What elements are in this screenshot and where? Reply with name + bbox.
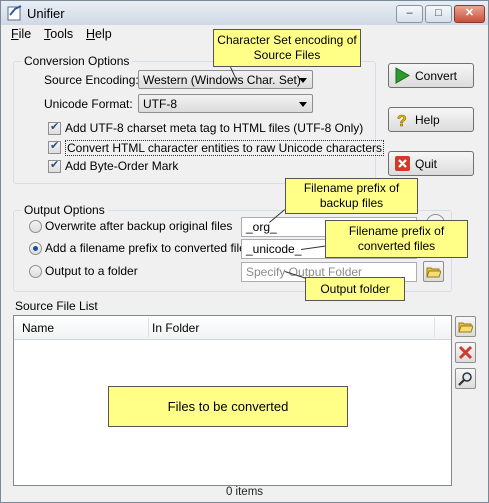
- chevron-down-icon: [299, 78, 307, 83]
- source-encoding-label: Source Encoding:: [44, 73, 139, 87]
- meta-tag-checkbox[interactable]: [48, 120, 61, 135]
- open-folder-icon: [458, 322, 473, 333]
- find-button[interactable]: [455, 368, 476, 389]
- play-arrow-icon: [395, 67, 411, 84]
- svg-text:?: ?: [397, 113, 407, 128]
- app-window: Unifier – □ ✕ File Tools Help Conversion…: [0, 0, 489, 503]
- remove-file-button[interactable]: [455, 342, 476, 363]
- delete-icon: [458, 345, 473, 360]
- overwrite-label: Overwrite after backup original files: [45, 219, 233, 233]
- callout-backup-prefix: Filename prefix of backup files: [285, 178, 418, 214]
- menu-file[interactable]: File: [11, 27, 31, 41]
- entities-checkbox[interactable]: [48, 139, 61, 154]
- unicode-format-select[interactable]: UTF-8: [138, 94, 313, 113]
- item-count-status: 0 items: [225, 486, 264, 498]
- prefix-label: Add a filename prefix to converted files: [45, 241, 252, 255]
- open-folder-icon: [426, 267, 441, 278]
- list-header: Name In Folder: [14, 316, 451, 340]
- callout-files: Files to be converted: [108, 386, 348, 427]
- chevron-down-icon: [299, 102, 307, 107]
- help-button[interactable]: ? Help: [388, 107, 474, 132]
- callout-charset: Character Set encoding of Source Files: [213, 29, 361, 67]
- magnifier-icon: [458, 372, 472, 386]
- prefix-radio[interactable]: [29, 242, 42, 255]
- help-icon: ?: [397, 113, 407, 128]
- menu-tools[interactable]: Tools: [44, 27, 73, 41]
- overwrite-radio[interactable]: [29, 220, 42, 233]
- close-icon: [395, 156, 410, 171]
- column-in-folder[interactable]: In Folder: [152, 321, 199, 335]
- close-button[interactable]: ✕: [454, 5, 485, 23]
- bom-checkbox[interactable]: [48, 158, 61, 173]
- callout-output-folder: Output folder: [305, 277, 405, 301]
- conversion-options-label: Conversion Options: [21, 54, 133, 68]
- add-files-button[interactable]: [455, 316, 476, 337]
- source-list-label: Source File List: [15, 299, 98, 313]
- minimize-button[interactable]: –: [396, 5, 423, 23]
- unicode-format-label: Unicode Format:: [44, 97, 133, 111]
- quit-button[interactable]: Quit: [388, 151, 474, 176]
- maximize-button[interactable]: □: [425, 5, 452, 23]
- convert-button[interactable]: Convert: [388, 63, 474, 88]
- output-folder-radio[interactable]: [29, 265, 42, 278]
- bom-label: Add Byte-Order Mark: [65, 159, 179, 173]
- menu-help[interactable]: Help: [86, 27, 112, 41]
- callout-converted-prefix: Filename prefix of converted files: [325, 220, 468, 258]
- browse-folder-button[interactable]: [423, 261, 444, 282]
- title-bar[interactable]: Unifier – □ ✕: [1, 1, 488, 25]
- app-icon: [7, 5, 22, 21]
- entities-label: Convert HTML character entities to raw U…: [65, 140, 385, 156]
- output-options-label: Output Options: [21, 203, 108, 217]
- output-folder-label: Output to a folder: [45, 264, 138, 278]
- column-name[interactable]: Name: [22, 321, 54, 335]
- meta-tag-label: Add UTF-8 charset meta tag to HTML files…: [65, 121, 364, 135]
- source-encoding-select[interactable]: Western (Windows Char. Set): [138, 70, 313, 89]
- window-title: Unifier: [27, 6, 65, 21]
